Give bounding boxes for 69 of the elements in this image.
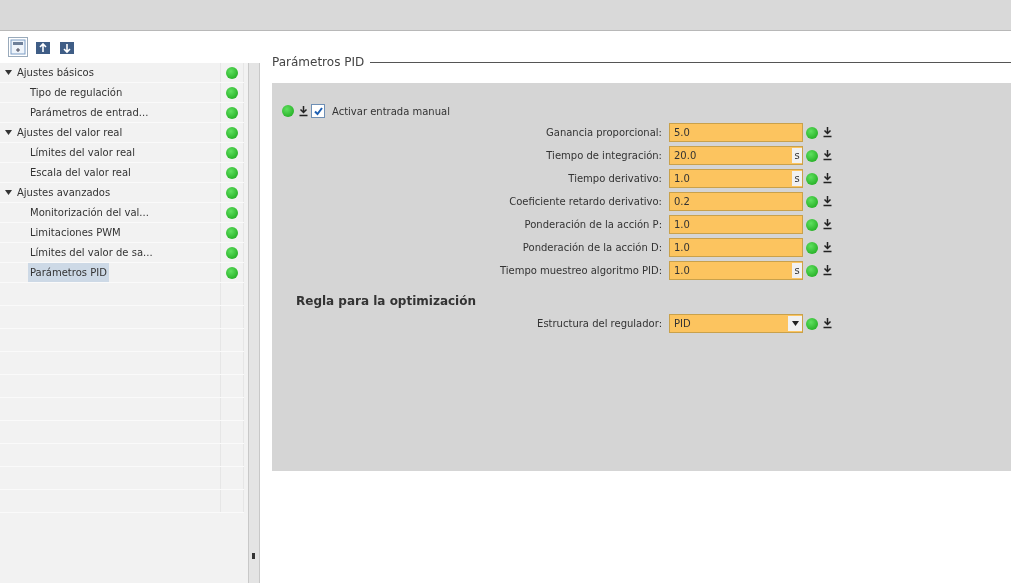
status-dot-icon [226, 166, 238, 179]
field-label: Ponderación de la acción P: [523, 219, 663, 230]
field-label: Tiempo muestreo algoritmo PID: [498, 265, 663, 276]
status-dot-icon [226, 126, 238, 139]
tree-item[interactable]: Escala del valor real [28, 163, 133, 182]
tree-item[interactable]: Ajustes básicos [3, 63, 96, 82]
unit-label: s [792, 171, 802, 186]
status-dot-icon [226, 186, 238, 199]
checkbox[interactable] [311, 104, 325, 118]
status-dot-icon [226, 246, 238, 259]
status-dot-icon [806, 241, 818, 254]
status-dot-icon [806, 264, 818, 277]
tree-item[interactable]: Parámetros PID [28, 263, 109, 282]
unit-label: s [792, 263, 802, 278]
checkbox-label: Activar entrada manual [332, 105, 450, 117]
download-icon [823, 318, 832, 329]
download-icon [823, 127, 832, 138]
field-label: Ganancia proporcional: [545, 127, 663, 138]
tree-item[interactable]: Límites del valor real [28, 143, 137, 162]
status-dot-icon [806, 195, 818, 208]
caret-icon[interactable] [5, 189, 12, 196]
status-dot-icon [806, 218, 818, 231]
status-dot-icon [282, 105, 294, 117]
section-title: Parámetros PID [272, 55, 365, 69]
status-dot-icon [226, 206, 238, 219]
download-icon [823, 265, 832, 276]
tree-item[interactable]: Ajustes avanzados [3, 183, 113, 202]
field-label: Ponderación de la acción D: [521, 242, 663, 253]
input-field[interactable]: 1.0 [669, 215, 803, 234]
field-label: Estructura del regulador: [536, 318, 663, 329]
status-dot-icon [226, 66, 238, 79]
download-icon [823, 173, 832, 184]
field-label: Coeficiente retardo derivativo: [508, 196, 663, 207]
input-field[interactable]: 0.2 [669, 192, 803, 211]
caret-icon[interactable] [5, 129, 12, 136]
input-field[interactable]: 20.0 s [669, 146, 803, 165]
download-icon [823, 196, 832, 207]
subsection-title: Regla para la optimización [296, 294, 478, 308]
input-field[interactable]: 1.0 [669, 238, 803, 257]
tree-item[interactable]: Límites del valor de sa... [28, 243, 155, 262]
caret-icon [791, 321, 799, 326]
splitter-grip-icon[interactable] [252, 553, 255, 559]
status-dot-icon [806, 126, 818, 139]
tree-item[interactable]: Parámetros de entrad... [28, 103, 151, 122]
status-dot-icon [806, 317, 818, 330]
unit-label: s [792, 148, 802, 163]
status-dot-icon [226, 106, 238, 119]
dropdown-field[interactable]: PID [669, 314, 803, 333]
field-label: Tiempo de integración: [545, 150, 663, 161]
tree-item[interactable]: Tipo de regulación [28, 83, 125, 102]
input-field[interactable]: 1.0 s [669, 261, 803, 280]
status-dot-icon [226, 266, 238, 279]
download-icon [823, 242, 832, 253]
tree-item[interactable]: Monitorización del val... [28, 203, 151, 222]
input-field[interactable]: 5.0 [669, 123, 803, 142]
status-dot-icon [226, 86, 238, 99]
status-dot-icon [806, 149, 818, 162]
status-dot-icon [226, 226, 238, 239]
tree-item[interactable]: Ajustes del valor real [3, 123, 125, 142]
status-dot-icon [806, 172, 818, 185]
download-icon [823, 219, 832, 230]
input-field[interactable]: 1.0 s [669, 169, 803, 188]
view-toggle-icon[interactable] [8, 37, 28, 57]
status-dot-icon [226, 146, 238, 159]
download-icon [299, 105, 308, 117]
field-label: Tiempo derivativo: [567, 173, 663, 184]
caret-icon[interactable] [5, 69, 12, 76]
tree-item[interactable]: Limitaciones PWM [28, 223, 123, 242]
download-icon [823, 150, 832, 161]
